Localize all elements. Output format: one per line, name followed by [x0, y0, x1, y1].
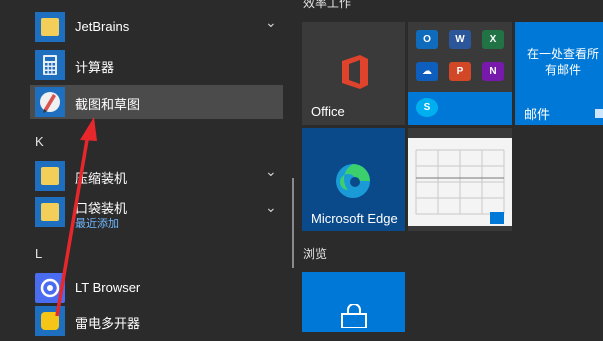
annotation-arrow	[55, 117, 97, 317]
